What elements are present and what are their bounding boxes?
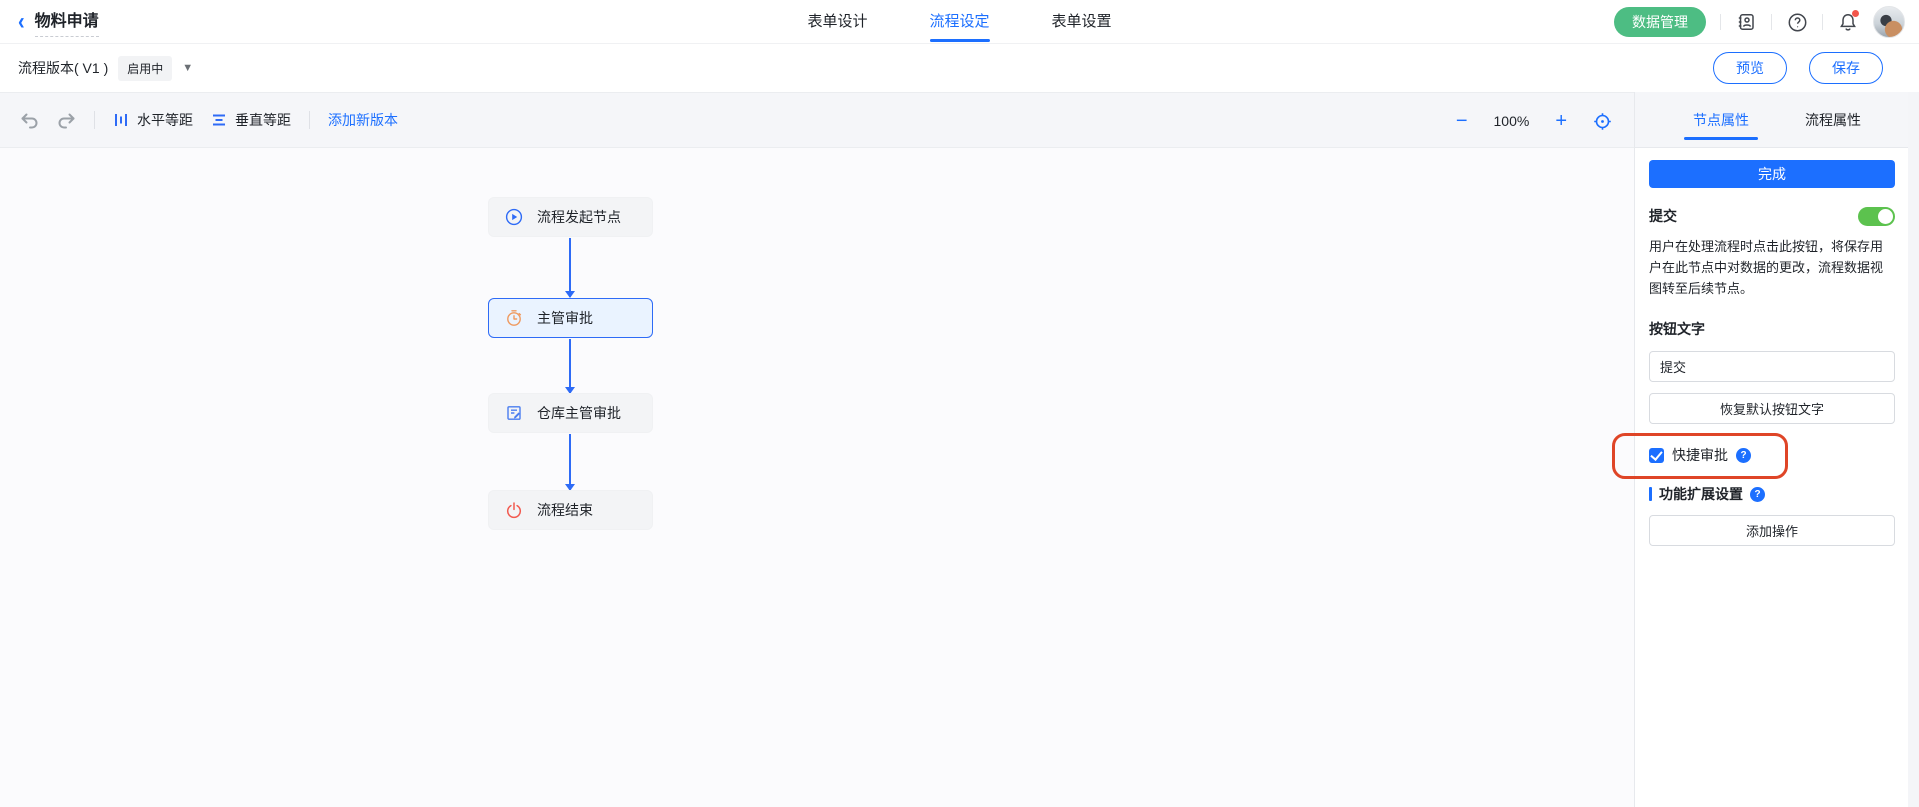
contacts-icon[interactable] [1735, 11, 1757, 33]
horizontal-space-icon [113, 112, 129, 128]
vertical-space-icon [211, 112, 227, 128]
flow-canvas[interactable]: 流程发起节点 主管审批 仓库主管审批 [0, 148, 1634, 807]
preview-button[interactable]: 预览 [1713, 52, 1787, 84]
notifications-bell-icon[interactable] [1837, 11, 1859, 33]
extension-section-header: 功能扩展设置 ? [1649, 484, 1895, 504]
flow-node-label: 主管审批 [537, 308, 593, 328]
toolbar-left: 水平等距 垂直等距 添加新版本 [0, 110, 398, 130]
quick-approve-checkbox[interactable] [1649, 448, 1664, 463]
flow-connector [569, 238, 571, 297]
add-action-button[interactable]: 添加操作 [1649, 515, 1895, 546]
flow-node-label: 仓库主管审批 [537, 403, 621, 423]
button-text-label: 按钮文字 [1649, 319, 1895, 339]
notification-dot [1852, 10, 1859, 17]
user-avatar[interactable] [1873, 6, 1905, 38]
divider [1720, 14, 1721, 30]
section-marker [1649, 487, 1652, 501]
add-version-button[interactable]: 添加新版本 [328, 110, 398, 130]
quick-approve-label: 快捷审批 [1672, 445, 1728, 465]
submit-description: 用户在处理流程时点击此按钮，将保存用户在此节点中对数据的更改，流程数据视图转至后… [1649, 236, 1895, 299]
vertical-space-label: 垂直等距 [235, 110, 291, 130]
document-edit-icon [505, 404, 523, 422]
undo-icon[interactable] [20, 112, 39, 129]
tab-node-properties[interactable]: 节点属性 [1693, 92, 1749, 148]
version-label: 流程版本( V1 ) [18, 58, 108, 78]
play-circle-icon [505, 208, 523, 226]
submit-row: 提交 [1649, 206, 1895, 226]
submit-toggle[interactable] [1858, 207, 1895, 226]
tab-flow-settings[interactable]: 流程设定 [929, 0, 989, 44]
header-right: 数据管理 [1614, 0, 1905, 44]
version-info: 流程版本( V1 ) 启用中 ▼ [0, 56, 193, 81]
zoom-out-button[interactable]: − [1456, 111, 1468, 131]
panel-body: 完成 提交 用户在处理流程时点击此按钮，将保存用户在此节点中对数据的更改，流程数… [1635, 148, 1909, 546]
chevron-down-icon[interactable]: ▼ [182, 62, 193, 74]
flow-node-label: 流程结束 [537, 500, 593, 520]
divider [1822, 14, 1823, 30]
back-icon[interactable]: ‹ [18, 10, 25, 34]
tab-flow-properties[interactable]: 流程属性 [1805, 92, 1861, 148]
canvas-toolbar: 水平等距 垂直等距 添加新版本 − 100% + [0, 92, 1634, 148]
divider [94, 111, 95, 129]
button-text-input[interactable] [1649, 351, 1895, 382]
status-badge: 启用中 [118, 56, 172, 81]
tab-form-design[interactable]: 表单设计 [807, 0, 867, 44]
flow-node-start[interactable]: 流程发起节点 [488, 197, 653, 237]
divider [309, 111, 310, 129]
done-button[interactable]: 完成 [1649, 160, 1895, 188]
extension-label: 功能扩展设置 [1659, 484, 1743, 504]
reset-button-text-button[interactable]: 恢复默认按钮文字 [1649, 393, 1895, 424]
extension-help-icon[interactable]: ? [1750, 487, 1765, 502]
zoom-level: 100% [1494, 113, 1530, 129]
fit-view-icon[interactable] [1593, 112, 1612, 131]
main-tabs: 表单设计 流程设定 表单设置 [807, 0, 1111, 44]
horizontal-space-label: 水平等距 [137, 110, 193, 130]
redo-icon[interactable] [57, 112, 76, 129]
zoom-in-button[interactable]: + [1555, 111, 1567, 131]
version-bar: 流程版本( V1 ) 启用中 ▼ 预览 保存 [0, 44, 1919, 92]
save-button[interactable]: 保存 [1809, 52, 1883, 84]
page-title[interactable]: 物料申请 [35, 7, 99, 37]
flow-node-label: 流程发起节点 [537, 207, 621, 227]
help-icon[interactable] [1786, 11, 1808, 33]
horizontal-space-button[interactable]: 水平等距 [113, 110, 193, 130]
flow-node-end[interactable]: 流程结束 [488, 490, 653, 530]
flow-connector [569, 434, 571, 490]
zoom-controls: − 100% + [1456, 93, 1612, 149]
power-icon [505, 501, 523, 519]
panel-tabs: 节点属性 流程属性 [1635, 92, 1919, 148]
flow-node-warehouse-approval[interactable]: 仓库主管审批 [488, 393, 653, 433]
header-left: ‹ 物料申请 [0, 7, 99, 37]
workflow-designer-page: ‹ 物料申请 表单设计 流程设定 表单设置 数据管理 [0, 0, 1919, 807]
stopwatch-icon [505, 309, 523, 327]
quick-approve-help-icon[interactable]: ? [1736, 448, 1751, 463]
panel-scrollbar[interactable] [1908, 92, 1919, 807]
submit-label: 提交 [1649, 206, 1677, 226]
properties-panel: 节点属性 流程属性 完成 提交 用户在处理流程时点击此按钮，将保存用户在此节点中… [1634, 92, 1919, 807]
data-manage-button[interactable]: 数据管理 [1614, 7, 1706, 37]
divider [1771, 14, 1772, 30]
flow-node-manager-approval[interactable]: 主管审批 [488, 298, 653, 338]
flow-connector [569, 339, 571, 393]
version-actions: 预览 保存 [1713, 52, 1883, 84]
app-header: ‹ 物料申请 表单设计 流程设定 表单设置 数据管理 [0, 0, 1919, 44]
tab-form-settings[interactable]: 表单设置 [1052, 0, 1112, 44]
vertical-space-button[interactable]: 垂直等距 [211, 110, 291, 130]
quick-approve-row: 快捷审批 ? [1649, 445, 1895, 465]
